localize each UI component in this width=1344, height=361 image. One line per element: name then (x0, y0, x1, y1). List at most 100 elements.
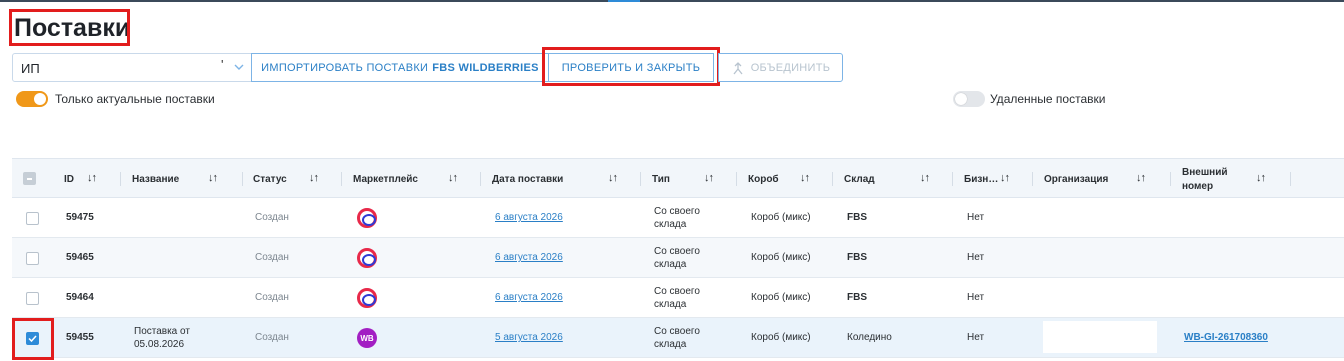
col-type[interactable]: Тип (652, 159, 670, 199)
column-divider (1032, 172, 1033, 186)
merge-button[interactable]: ОБЪЕДИНИТЬ (718, 53, 843, 82)
table-row[interactable]: 59465 Создан 6 августа 2026 Со своего ск… (12, 238, 1344, 278)
deleted-toggle[interactable] (953, 91, 985, 107)
column-divider (341, 172, 342, 186)
cell-type-line1: Со своего (654, 206, 700, 217)
cell-id: 59475 (66, 212, 94, 223)
col-external-number-line2[interactable]: номер (1182, 181, 1213, 192)
cell-box: Короб (микс) (751, 332, 811, 343)
cell-warehouse: FBS (847, 252, 867, 263)
table-header: ID ↓↑ Название ↓↑ Статус ↓↑ Маркетплейс … (12, 158, 1344, 198)
sort-icon[interactable]: ↓↑ (800, 172, 810, 184)
col-status[interactable]: Статус (253, 159, 287, 199)
cell-type-line2: склада (654, 299, 687, 310)
wildberries-icon: WB (357, 328, 377, 348)
sort-icon[interactable]: ↓↑ (704, 172, 714, 184)
row-checkbox[interactable] (26, 292, 39, 305)
cell-type-line1: Со своего (654, 326, 700, 337)
sort-icon[interactable]: ↓↑ (608, 172, 618, 184)
cell-type-line2: склада (654, 259, 687, 270)
cell-supply-date[interactable]: 6 августа 2026 (495, 212, 563, 223)
import-button-label-bold: FBS WILDBERRIES (432, 61, 539, 74)
col-business[interactable]: Бизн… (964, 159, 998, 199)
cell-supply-date[interactable]: 6 августа 2026 (495, 252, 563, 263)
sort-icon[interactable]: ↓↑ (1136, 172, 1146, 184)
column-divider (242, 172, 243, 186)
cell-box: Короб (микс) (751, 252, 811, 263)
cell-warehouse: Коледино (847, 332, 892, 343)
sort-icon[interactable]: ↓↑ (920, 172, 930, 184)
row-checkbox[interactable] (26, 212, 39, 225)
cell-box: Короб (микс) (751, 212, 811, 223)
cell-status: Создан (255, 212, 289, 223)
cell-type-line1: Со своего (654, 286, 700, 297)
sort-icon[interactable]: ↓↑ (448, 172, 458, 184)
cell-supply-date[interactable]: 6 августа 2026 (495, 292, 563, 303)
col-supply-date[interactable]: Дата поставки (492, 159, 563, 199)
col-id[interactable]: ID (64, 159, 74, 199)
select-all-checkbox[interactable] (23, 172, 36, 185)
col-box[interactable]: Короб (748, 159, 779, 199)
col-warehouse[interactable]: Склад (844, 159, 875, 199)
cell-business: Нет (967, 212, 985, 223)
col-organization[interactable]: Организация (1044, 159, 1108, 199)
actual-only-label: Только актуальные поставки (55, 92, 215, 106)
cell-status: Создан (255, 332, 289, 343)
merge-label: ОБЪЕДИНИТЬ (750, 61, 831, 74)
organization-select-value: ИП (21, 61, 40, 76)
table-row[interactable]: 59455 Поставка от 05.08.2026 Создан WB 5… (12, 318, 1344, 358)
import-button-label: ИМПОРТИРОВАТЬ ПОСТАВКИ (261, 61, 429, 74)
highlight-title (9, 9, 130, 46)
highlight-selected-checkbox (12, 318, 54, 360)
actual-only-toggle[interactable] (16, 91, 48, 107)
cell-external-number[interactable]: WB-GI-261708360 (1184, 332, 1268, 343)
cell-warehouse: FBS (847, 292, 867, 303)
merge-icon (733, 61, 743, 74)
ozon-icon (357, 248, 377, 268)
table-row[interactable]: 59464 Создан 6 августа 2026 Со своего ск… (12, 278, 1344, 318)
cell-id: 59464 (66, 292, 94, 303)
column-divider (640, 172, 641, 186)
table-row[interactable]: 59475 Создан 6 августа 2026 Со своего ск… (12, 198, 1344, 238)
sort-icon[interactable]: ↓↑ (309, 172, 319, 184)
column-divider (120, 172, 121, 186)
ozon-icon (357, 208, 377, 228)
cell-business: Нет (967, 332, 985, 343)
active-tab-indicator (608, 0, 640, 2)
column-divider (1290, 172, 1291, 186)
col-marketplace[interactable]: Маркетплейс (353, 159, 418, 199)
sort-icon[interactable]: ↓↑ (208, 172, 218, 184)
column-divider (1170, 172, 1171, 186)
top-border (0, 0, 1344, 2)
highlight-check-close (542, 47, 720, 86)
cell-status: Создан (255, 252, 289, 263)
column-divider (832, 172, 833, 186)
toggle-knob (34, 93, 46, 105)
cell-warehouse: FBS (847, 212, 867, 223)
sort-icon[interactable]: ↓↑ (1256, 172, 1266, 184)
column-divider (736, 172, 737, 186)
col-external-number-line1[interactable]: Внешний (1182, 167, 1228, 178)
cell-id: 59465 (66, 252, 94, 263)
cell-business: Нет (967, 252, 985, 263)
cell-box: Короб (микс) (751, 292, 811, 303)
row-checkbox[interactable] (26, 252, 39, 265)
col-name[interactable]: Название (132, 159, 179, 199)
redacted-organization (1036, 200, 1134, 233)
organization-select-suffix: ' (221, 57, 224, 72)
cell-type-line1: Со своего (654, 246, 700, 257)
organization-select[interactable]: ИП ' (12, 53, 252, 82)
import-fbs-wildberries-button[interactable]: ИМПОРТИРОВАТЬ ПОСТАВКИ FBS WILDBERRIES (251, 53, 549, 82)
cell-type-line2: склада (654, 339, 687, 350)
cell-type-line2: склада (654, 219, 687, 230)
cell-name-line1: Поставка от (134, 326, 190, 337)
toggle-knob (955, 93, 967, 105)
cell-status: Создан (255, 292, 289, 303)
sort-icon[interactable]: ↓↑ (87, 172, 97, 184)
redacted-organization (1044, 284, 1146, 313)
chevron-down-icon (234, 64, 244, 70)
cell-id: 59455 (66, 332, 94, 343)
sort-icon[interactable]: ↓↑ (1000, 172, 1010, 184)
cell-name-line2: 05.08.2026 (134, 339, 185, 350)
cell-supply-date[interactable]: 5 августа 2026 (495, 332, 563, 343)
